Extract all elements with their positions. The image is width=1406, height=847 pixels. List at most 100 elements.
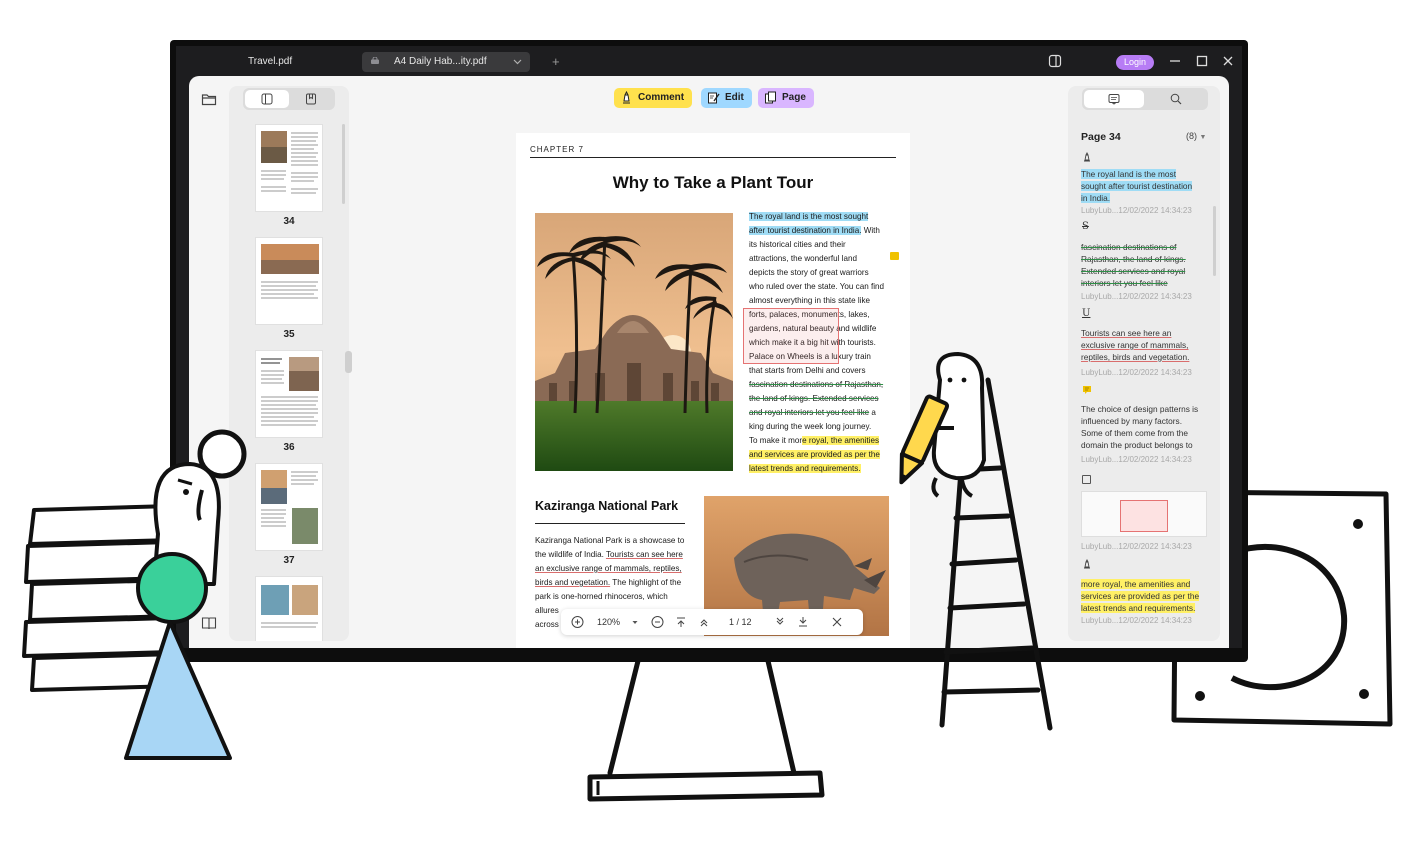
highlighted-text[interactable]: and services are provided as per the <box>749 450 880 459</box>
annotation-meta: LubyLub...12/02/2022 14:34:23 <box>1081 368 1192 377</box>
comment-mode-button[interactable]: Comment <box>614 88 693 108</box>
highlighter-icon <box>623 91 630 104</box>
close-toolbar-icon[interactable] <box>831 615 843 629</box>
search-tab[interactable] <box>1146 90 1206 108</box>
page-thumbnail[interactable] <box>255 124 323 212</box>
body-text: The highlight of the <box>610 578 682 587</box>
monitor-stand-illustration <box>587 658 825 802</box>
annotation-note[interactable]: The choice of design patterns is influen… <box>1081 403 1209 451</box>
zoom-in-icon[interactable] <box>571 615 584 629</box>
lock-icon <box>371 57 379 64</box>
bookmark-icon <box>306 93 316 105</box>
zoom-level[interactable]: 120% <box>597 615 620 629</box>
annotation-scrollbar[interactable] <box>1213 206 1216 276</box>
chapter-label: CHAPTER 7 <box>530 145 584 154</box>
new-tab-button[interactable]: + <box>552 52 560 72</box>
annotation-meta: LubyLub...12/02/2022 14:34:23 <box>1081 455 1192 464</box>
annotation-strikethrough[interactable]: fascination destinations of Rajasthan, t… <box>1081 241 1209 289</box>
body-text: a <box>869 408 876 417</box>
annotation-text: reptiles, birds and vegetation. <box>1081 352 1190 362</box>
highlighted-text[interactable]: e royal, the amenities <box>802 436 880 445</box>
rectangle-annotation[interactable] <box>743 308 839 364</box>
tab-travel[interactable]: Travel.pdf <box>248 52 292 72</box>
body-text: the wildlife of India. <box>535 550 606 559</box>
thumbnail-view-button[interactable] <box>245 90 289 108</box>
underlined-text[interactable]: birds and vegetation. <box>535 578 610 587</box>
strikethrough-text[interactable]: fascination destinations of Rajasthan, <box>749 380 883 389</box>
annotation-highlight[interactable]: The royal land is the most sought after … <box>1081 168 1209 204</box>
last-page-icon[interactable] <box>797 615 809 629</box>
annotation-text: sought after tourist destination <box>1081 181 1193 191</box>
rectangle-icon <box>1082 475 1091 484</box>
annotation-underline[interactable]: Tourists can see here an exclusive range… <box>1081 327 1209 363</box>
page-indicator[interactable]: 1 / 12 <box>729 615 752 629</box>
minimize-icon[interactable] <box>1168 54 1182 68</box>
highlighted-text[interactable]: The royal land is the most sought <box>749 212 869 221</box>
annotation-text: Tourists can see here an <box>1081 328 1172 338</box>
thumbnail-view-switch <box>243 88 335 110</box>
zoom-dropdown-icon[interactable] <box>631 615 639 629</box>
magnifier-character-illustration <box>124 429 247 760</box>
annotation-text: in India. <box>1081 193 1111 203</box>
section-title: Kaziranga National Park <box>535 499 679 513</box>
document-page: CHAPTER 7 Why to Take a Plant Tour The r… <box>516 133 910 648</box>
annotation-count-filter[interactable]: (8) ▼ <box>1186 131 1206 141</box>
login-button[interactable]: Login <box>1116 55 1154 70</box>
edit-text-icon <box>708 92 720 104</box>
highlighted-text[interactable]: latest trends and requirements. <box>749 464 861 473</box>
sticky-note-icon[interactable] <box>890 252 899 260</box>
underlined-text[interactable]: an exclusive range of mammals, reptiles, <box>535 564 682 573</box>
body-line: almost everything in this state like <box>749 296 871 305</box>
underlined-text[interactable]: Tourists can see here <box>606 550 683 559</box>
body-line: its historical cities and their <box>749 240 846 249</box>
tab-bar: Travel.pdf A4 Daily Hab...ity.pdf + Logi… <box>176 46 1242 76</box>
maximize-icon[interactable] <box>1195 54 1209 68</box>
panel-toggle-icon[interactable] <box>1048 54 1062 68</box>
previous-page-icon[interactable] <box>698 615 710 629</box>
shape-preview-rect <box>1120 500 1168 532</box>
zoom-toolbar: 120% 1 / 12 <box>561 609 863 635</box>
annotation-text: Rajasthan, the land of kings. <box>1081 254 1186 264</box>
close-icon[interactable] <box>1221 54 1235 68</box>
page-thumbnail[interactable] <box>255 237 323 325</box>
thumbnail-scrollbar[interactable] <box>342 124 345 204</box>
first-page-icon[interactable] <box>675 615 687 629</box>
ladder-character-illustration <box>899 351 1053 731</box>
zoom-out-icon[interactable] <box>651 615 664 629</box>
strikethrough-text[interactable]: and royal interiors let you feel like <box>749 408 869 417</box>
annotation-meta: LubyLub...12/02/2022 14:34:23 <box>1081 292 1192 301</box>
body-line: who ruled over the state. You can find <box>749 282 884 291</box>
sticky-note-icon <box>1083 386 1091 394</box>
body-text: To make it mor <box>749 436 803 445</box>
annotation-text: services are provided as per the <box>1081 591 1200 601</box>
thumbnail-page-number: 35 <box>283 329 295 340</box>
app-window: Travel.pdf A4 Daily Hab...ity.pdf + Logi… <box>176 46 1242 648</box>
folder-icon[interactable] <box>201 92 217 106</box>
annotation-highlight[interactable]: more royal, the amenities and services a… <box>1081 578 1209 614</box>
edit-mode-button[interactable]: Edit <box>701 88 752 108</box>
thumbnail-preview <box>261 244 319 299</box>
next-page-icon[interactable] <box>774 615 786 629</box>
page-thumbnail[interactable] <box>255 350 323 438</box>
annotation-text: The royal land is the most <box>1081 169 1176 179</box>
strikethrough-text[interactable]: the land of kings. Extended services <box>749 394 879 403</box>
annotation-page-label: Page 34 <box>1081 131 1121 143</box>
sidebar-icon <box>261 93 273 105</box>
page-mode-button[interactable]: Page <box>758 88 814 108</box>
edit-mode-label: Edit <box>725 92 744 103</box>
body-line: Kaziranga National Park is a showcase to <box>535 536 685 545</box>
comments-tab[interactable] <box>1084 90 1144 108</box>
tab-label: A4 Daily Hab...ity.pdf <box>394 56 487 67</box>
tab-daily-habit[interactable]: A4 Daily Hab...ity.pdf <box>362 52 530 72</box>
search-icon <box>1170 93 1182 105</box>
highlighted-text[interactable]: after tourist destination in India. <box>749 226 862 235</box>
collapse-sidebar-handle[interactable] <box>345 351 352 373</box>
bookmark-view-button[interactable] <box>289 90 333 108</box>
annotation-text: influenced by many factors. <box>1081 416 1182 426</box>
temple-photo <box>535 213 733 471</box>
annotation-panel: Page 34 (8) ▼ The royal land is the most… <box>1068 86 1220 641</box>
annotation-shape-preview[interactable] <box>1081 491 1207 537</box>
chevron-down-icon[interactable] <box>513 59 522 65</box>
section-divider <box>535 523 685 524</box>
body-line: that starts from Delhi and covers <box>749 366 866 375</box>
